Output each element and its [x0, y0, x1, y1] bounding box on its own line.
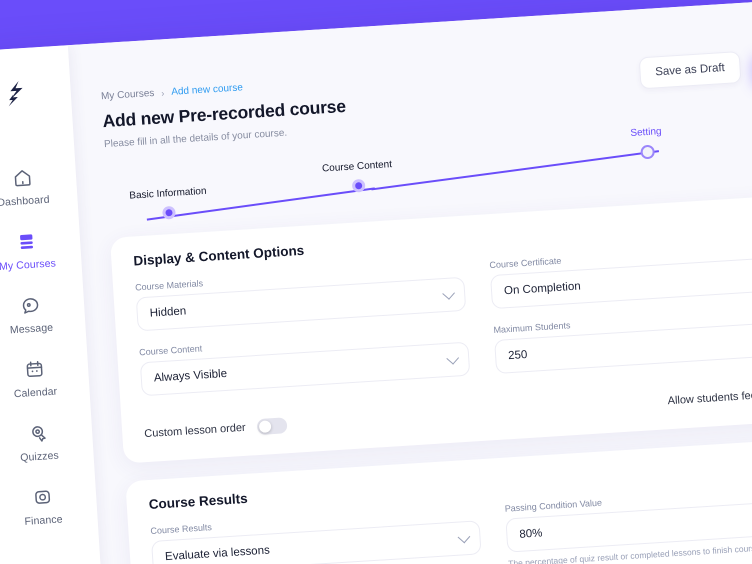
sidebar-item-label: Calendar	[13, 385, 58, 401]
stepper-dot	[639, 144, 655, 160]
calendar-icon	[23, 358, 45, 380]
select-value: 80%	[519, 527, 543, 541]
stepper-label: Setting	[630, 126, 662, 140]
stepper-step-course-content[interactable]: Course Content	[322, 159, 394, 194]
calendar-icon	[461, 0, 475, 1]
home-icon	[11, 167, 33, 189]
toggle-allow-students-feedback: Allow students feedback	[498, 383, 752, 420]
sidebar-item-label: Quizzes	[19, 449, 60, 465]
field-passing-condition-value: Passing Condition Value 80% The percenta…	[504, 483, 752, 564]
main-content: Feb 23rd, 2023 4:30pm Arafat Nayeem	[67, 0, 752, 564]
select-value: Evaluate via lessons	[164, 544, 271, 564]
topbar: Feb 23rd, 2023 4:30pm Arafat Nayeem	[67, 0, 752, 46]
sidebar-item-label: Dashboard	[0, 193, 50, 209]
page-actions: Save as Draft Publish	[638, 45, 752, 90]
select-value: 250	[507, 348, 528, 363]
stepper-track-2	[371, 150, 659, 191]
courses-icon	[15, 231, 37, 253]
sidebar-item-label: Message	[9, 321, 54, 337]
toggle-label: Custom lesson order	[143, 421, 247, 441]
sidebar-item-finance[interactable]: Finance	[0, 472, 99, 543]
select-value: Always Visible	[153, 367, 228, 385]
breadcrumb-separator-icon: ›	[161, 87, 165, 98]
award-icon	[27, 422, 49, 444]
date-display: Feb 23rd, 2023	[461, 0, 555, 1]
field-course-certificate: Course Certificate On Completion	[489, 240, 752, 310]
sidebar-item-quizzes[interactable]: Quizzes	[0, 409, 95, 480]
field-course-content: Course Content Always Visible	[139, 327, 471, 397]
breadcrumb-current[interactable]: Add new course	[171, 82, 243, 97]
breadcrumb-parent[interactable]: My Courses	[101, 88, 155, 102]
switch-knob	[258, 420, 271, 433]
field-course-results: Course Results Evaluate via lessons The …	[150, 505, 482, 564]
app-logo-icon	[0, 75, 35, 111]
save-as-draft-button[interactable]: Save as Draft	[638, 51, 742, 90]
select-value: Hidden	[149, 305, 187, 320]
field-maximum-students: Maximum Students 250	[493, 304, 752, 374]
sidebar-item-my-courses[interactable]: My Courses	[0, 217, 83, 288]
sidebar-item-label: My Courses	[0, 257, 57, 273]
card-display-content-options: Display & Content Options Course Materia…	[109, 192, 752, 464]
stepper-dot	[351, 178, 366, 193]
stepper-step-basic-information[interactable]: Basic Information	[129, 186, 208, 222]
chevron-down-icon	[446, 351, 460, 365]
stepper-label: Basic Information	[129, 185, 207, 202]
chevron-down-icon	[442, 287, 455, 300]
app-window: Dashboard My Courses Message Calendar Qu…	[0, 0, 752, 564]
custom-lesson-order-switch[interactable]	[256, 417, 288, 436]
sidebar-item-message[interactable]: Message	[0, 281, 87, 352]
sidebar-item-calendar[interactable]: Calendar	[0, 345, 91, 416]
chevron-down-icon	[457, 530, 471, 544]
stepper-label: Course Content	[321, 159, 393, 175]
field-course-materials: Course Materials Hidden	[135, 262, 467, 332]
sidebar-item-dashboard[interactable]: Dashboard	[0, 153, 79, 224]
toggle-custom-lesson-order: Custom lesson order	[144, 406, 473, 443]
finance-icon	[31, 486, 53, 508]
message-icon	[19, 294, 41, 316]
stepper-step-setting[interactable]: Setting	[630, 126, 663, 160]
stepper-dot	[162, 205, 177, 220]
select-value: On Completion	[503, 280, 582, 298]
toggle-label: Allow students feedback	[667, 387, 752, 408]
sidebar-item-label: Finance	[24, 513, 63, 528]
